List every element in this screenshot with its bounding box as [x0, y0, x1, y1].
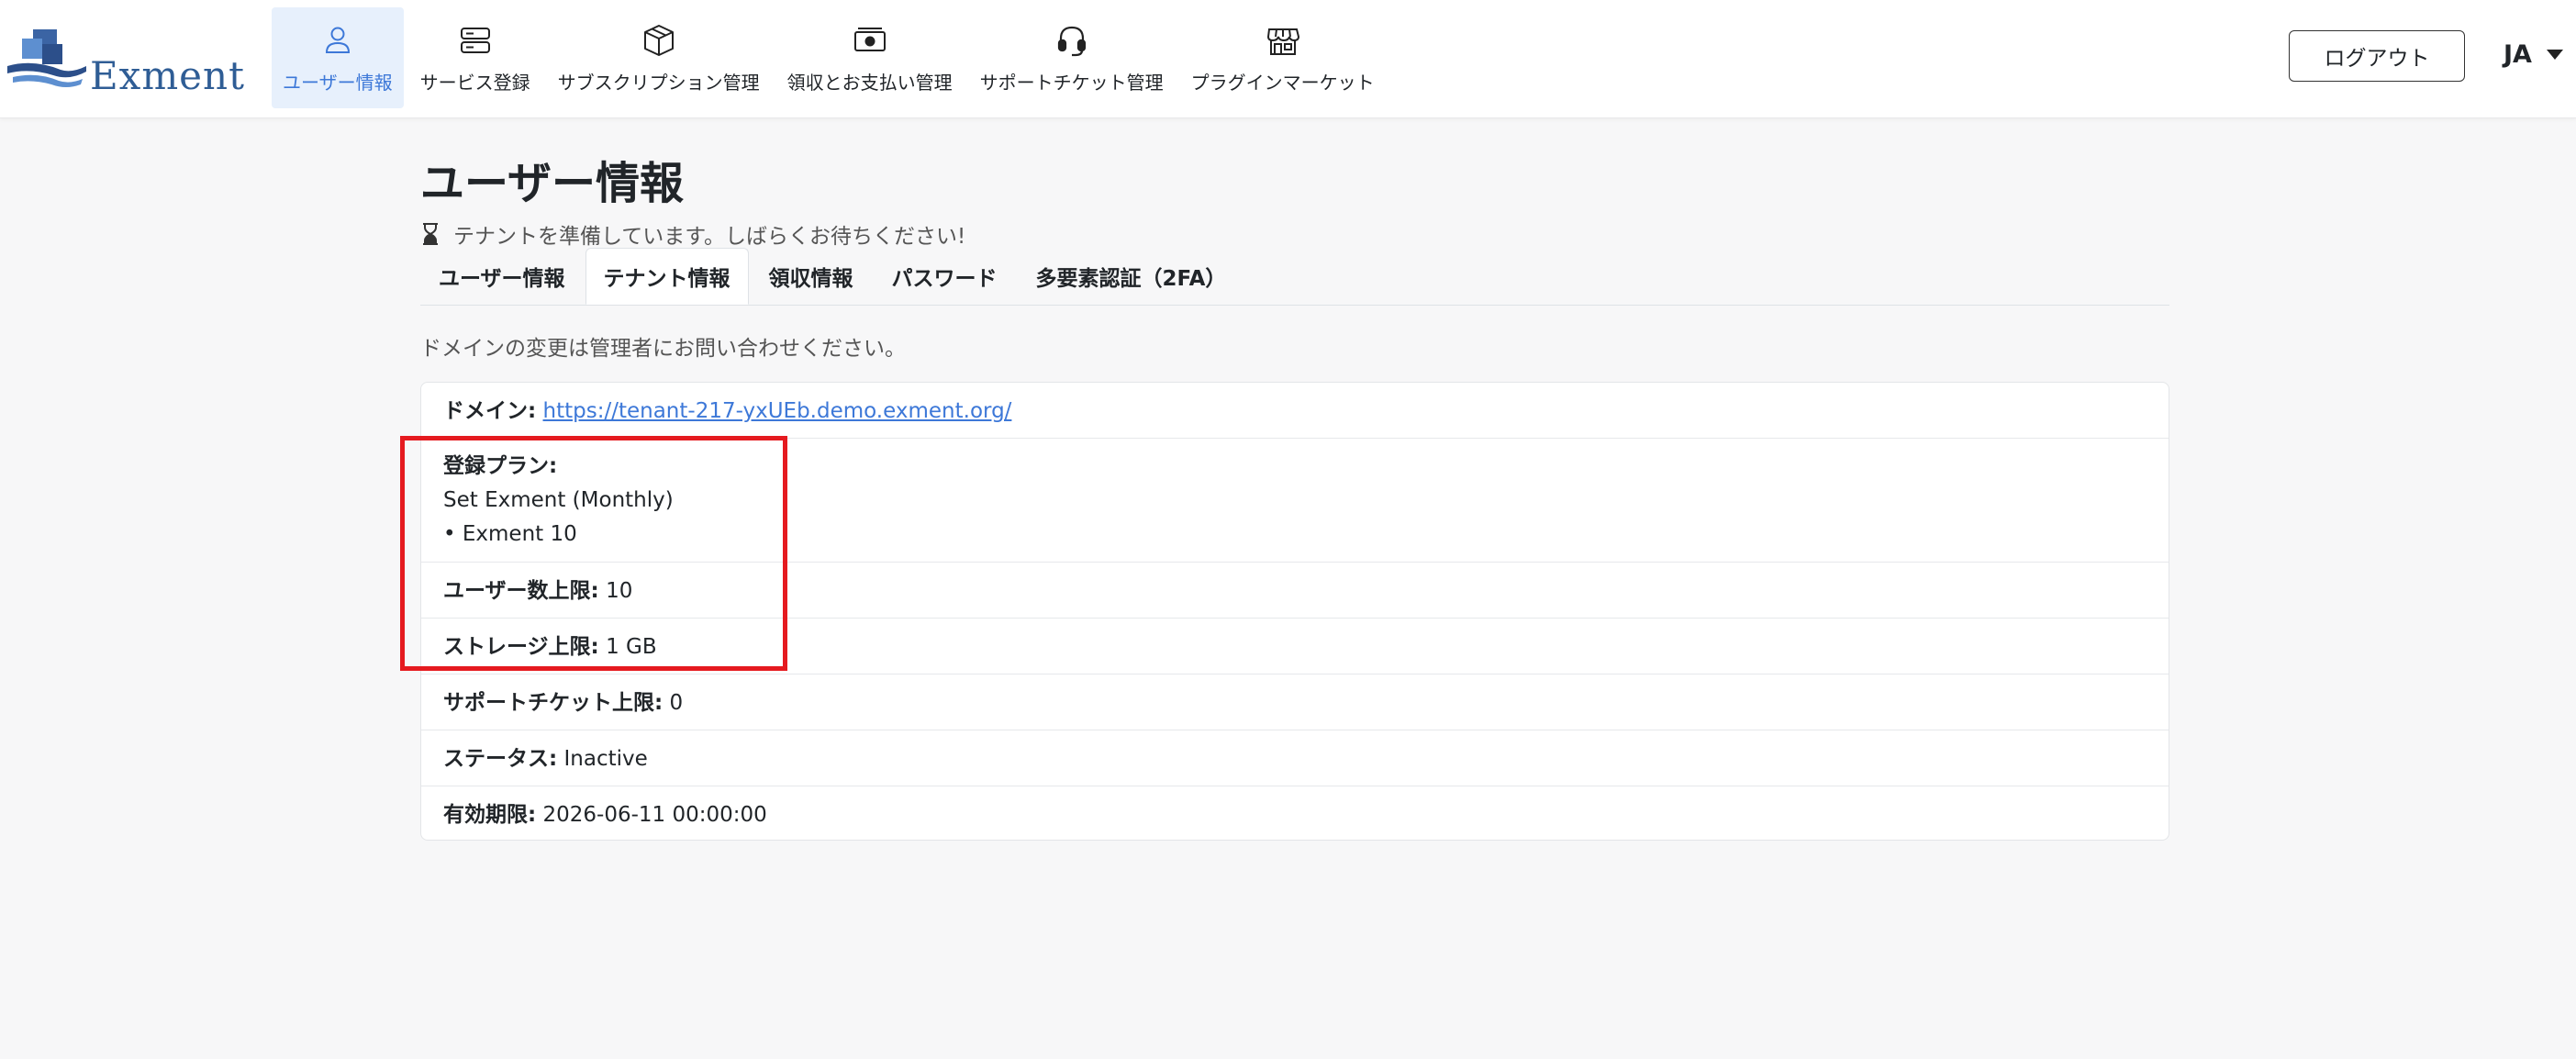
- nav-item-service-registration[interactable]: サービス登録: [409, 7, 541, 108]
- nav-item-support-tickets[interactable]: サポートチケット管理: [969, 7, 1175, 108]
- status-value: Inactive: [563, 747, 648, 771]
- nav-label: プラグインマーケット: [1190, 71, 1375, 94]
- tab-2fa[interactable]: 多要素認証（2FA）: [1018, 248, 1245, 305]
- language-label: JA: [2504, 40, 2532, 69]
- nav-item-plugin-market[interactable]: プラグインマーケット: [1180, 7, 1386, 108]
- language-dropdown[interactable]: JA: [2504, 40, 2563, 69]
- hourglass-icon: [423, 223, 438, 245]
- notice-text: テナントを準備しています。しばらくお待ちください!: [453, 225, 966, 249]
- page-title: ユーザー情報: [420, 158, 685, 209]
- logo-text: Exment: [90, 53, 245, 98]
- nav-label: サポートチケット管理: [979, 71, 1164, 94]
- logout-button[interactable]: ログアウト: [2289, 30, 2465, 82]
- domain-link[interactable]: https://tenant-217-yxUEb.demo.exment.org…: [543, 399, 1012, 423]
- nav-item-user-info[interactable]: ユーザー情報: [272, 7, 404, 108]
- expiry-label: 有効期限:: [443, 803, 537, 827]
- ticket-limit-row: サポートチケット上限: 0: [421, 674, 2169, 730]
- nav-label: ユーザー情報: [283, 71, 393, 94]
- shop-icon: [1266, 28, 1299, 55]
- nav-label: 領収とお支払い管理: [786, 71, 953, 94]
- box-icon: [643, 24, 674, 56]
- nav-item-billing[interactable]: 領収とお支払い管理: [776, 7, 964, 108]
- headset-icon: [1057, 26, 1086, 56]
- preparing-notice: テナントを準備しています。しばらくお待ちください!: [420, 218, 965, 250]
- exment-logo[interactable]: Exment: [6, 26, 244, 98]
- highlight-box: [400, 436, 787, 671]
- tab-receipt-info[interactable]: 領収情報: [751, 248, 872, 305]
- nav-label: サブスクリプション管理: [557, 71, 760, 94]
- ticket-limit-value: 0: [669, 691, 684, 715]
- cash-icon: [853, 27, 886, 51]
- top-navbar: Exment ユーザー情報 サービス登録 サブスクリプション管理 領収とお支払い…: [0, 0, 2576, 118]
- nav-item-subscription[interactable]: サブスクリプション管理: [547, 7, 771, 108]
- tab-user-info[interactable]: ユーザー情報: [420, 248, 584, 305]
- user-icon: [325, 27, 350, 53]
- tab-password[interactable]: パスワード: [874, 248, 1016, 305]
- tab-tenant-info[interactable]: テナント情報: [585, 248, 749, 305]
- ticket-limit-label: サポートチケット上限:: [443, 691, 664, 715]
- main-nav: ユーザー情報 サービス登録 サブスクリプション管理 領収とお支払い管理 サポート…: [272, 7, 1391, 108]
- status-label: ステータス:: [443, 747, 558, 771]
- expiry-value: 2026-06-11 00:00:00: [542, 803, 767, 827]
- expiry-row: 有効期限: 2026-06-11 00:00:00: [421, 786, 2169, 842]
- caret-down-icon: [2546, 50, 2563, 60]
- domain-change-hint: ドメインの変更は管理者にお問い合わせください。: [420, 337, 906, 361]
- domain-label: ドメイン:: [443, 399, 537, 423]
- server-icon: [460, 27, 490, 53]
- logo-mark-icon: [7, 29, 86, 87]
- nav-label: サービス登録: [419, 71, 530, 94]
- tab-bar: ユーザー情報 テナント情報 領収情報 パスワード 多要素認証（2FA）: [420, 248, 2169, 306]
- domain-row: ドメイン: https://tenant-217-yxUEb.demo.exme…: [421, 383, 2169, 438]
- status-row: ステータス: Inactive: [421, 730, 2169, 786]
